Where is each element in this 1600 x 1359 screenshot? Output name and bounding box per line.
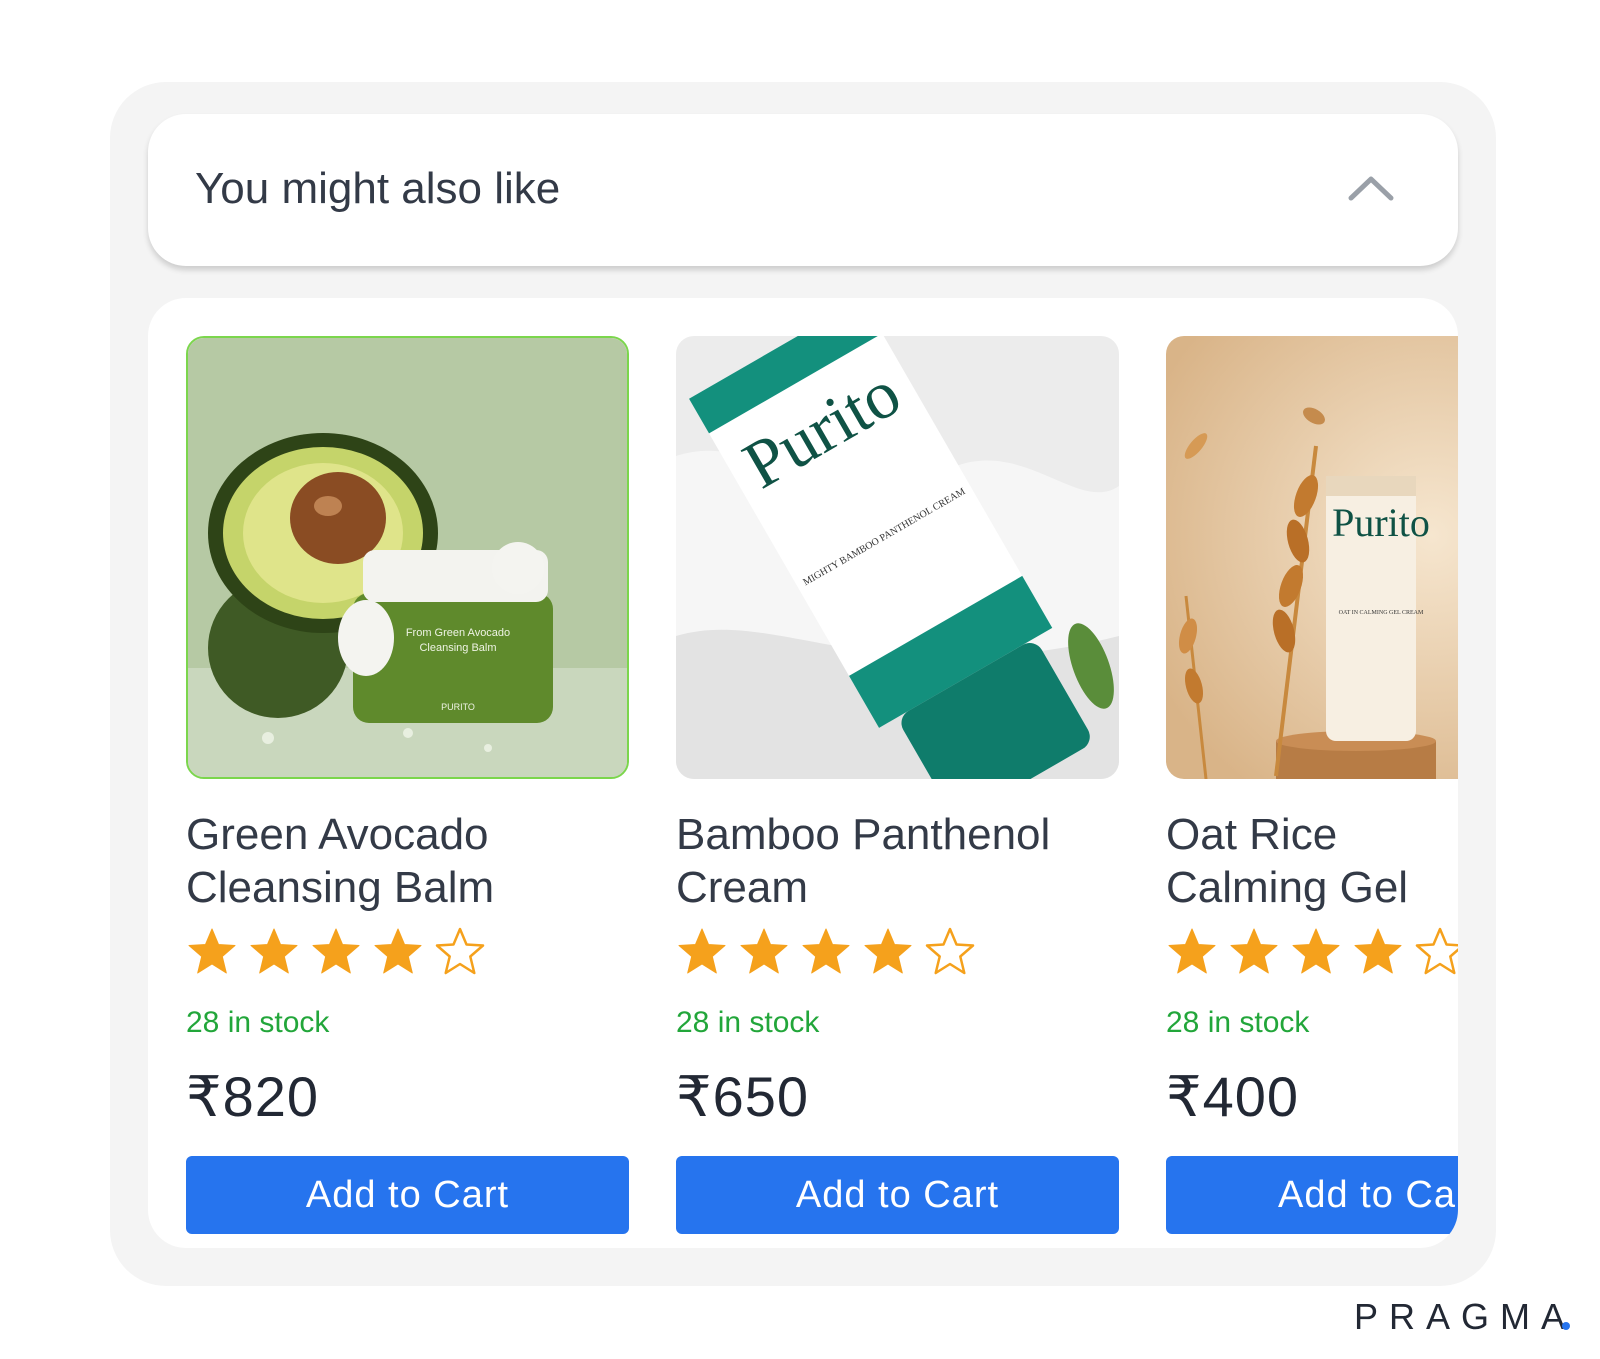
star-filled-icon bbox=[1168, 928, 1216, 974]
image-brand: Purito bbox=[1332, 500, 1430, 545]
add-to-cart-button[interactable]: Add to Cart bbox=[1166, 1156, 1458, 1234]
product-name[interactable]: Green Avocado Cleansing Balm bbox=[186, 808, 646, 914]
star-filled-icon bbox=[188, 928, 236, 974]
star-rating bbox=[186, 926, 486, 982]
brand-logo-dot bbox=[1562, 1322, 1570, 1330]
product-card[interactable]: Purito MIGHTY BAMBOO PANTHENOL CREAM Bam… bbox=[676, 336, 1119, 1234]
product-name-line1: Oat Rice bbox=[1166, 810, 1338, 859]
chevron-up-icon[interactable] bbox=[1346, 172, 1396, 202]
recommendations-panel: You might also like From Green Avocado C… bbox=[110, 82, 1496, 1286]
star-filled-icon bbox=[312, 928, 360, 974]
brand-logo: PRAGMA bbox=[1354, 1296, 1577, 1337]
product-name-line1: Bamboo Panthenol bbox=[676, 810, 1051, 859]
star-filled-icon bbox=[374, 928, 422, 974]
star-rating bbox=[1166, 926, 1458, 982]
star-outline-icon bbox=[925, 927, 975, 975]
image-label-2: Cleansing Balm bbox=[419, 642, 496, 654]
star-filled-icon bbox=[864, 928, 912, 974]
star-filled-icon bbox=[1292, 928, 1340, 974]
add-to-cart-button[interactable]: Add to Cart bbox=[676, 1156, 1119, 1234]
product-card[interactable]: Purito OAT IN CALMING GEL CREAM Oat Rice bbox=[1166, 336, 1458, 1234]
image-label: OAT IN CALMING GEL CREAM bbox=[1339, 610, 1424, 616]
star-filled-icon bbox=[740, 928, 788, 974]
stock-status: 28 in stock bbox=[1166, 1006, 1310, 1039]
star-outline-icon bbox=[435, 927, 485, 975]
image-label: From Green Avocado bbox=[406, 627, 510, 639]
product-name-line1: Green Avocado bbox=[186, 810, 489, 859]
product-image[interactable]: From Green Avocado Cleansing Balm PURITO bbox=[186, 336, 629, 779]
stock-status: 28 in stock bbox=[186, 1006, 330, 1039]
image-brand: PURITO bbox=[441, 702, 475, 712]
section-title: You might also like bbox=[195, 164, 561, 213]
star-filled-icon bbox=[802, 928, 850, 974]
product-carousel[interactable]: From Green Avocado Cleansing Balm PURITO… bbox=[148, 298, 1458, 1248]
product-image[interactable]: Purito MIGHTY BAMBOO PANTHENOL CREAM bbox=[676, 336, 1119, 779]
star-outline-icon bbox=[1415, 927, 1458, 975]
product-name-line2: Cream bbox=[676, 863, 809, 912]
star-filled-icon bbox=[1354, 928, 1402, 974]
product-name[interactable]: Oat Rice Calming Gel bbox=[1166, 808, 1458, 914]
star-filled-icon bbox=[1230, 928, 1278, 974]
star-filled-icon bbox=[250, 928, 298, 974]
stock-status: 28 in stock bbox=[676, 1006, 820, 1039]
add-to-cart-button[interactable]: Add to Cart bbox=[186, 1156, 629, 1234]
product-name-line2: Cleansing Balm bbox=[186, 863, 495, 912]
star-rating bbox=[676, 926, 976, 982]
product-price: ₹820 bbox=[186, 1065, 320, 1128]
product-price: ₹400 bbox=[1166, 1065, 1300, 1128]
section-header[interactable]: You might also like bbox=[148, 114, 1458, 266]
product-name[interactable]: Bamboo Panthenol Cream bbox=[676, 808, 1136, 914]
product-name-line2: Calming Gel bbox=[1166, 863, 1409, 912]
star-filled-icon bbox=[678, 928, 726, 974]
product-card[interactable]: From Green Avocado Cleansing Balm PURITO… bbox=[186, 336, 629, 1234]
product-image[interactable]: Purito OAT IN CALMING GEL CREAM bbox=[1166, 336, 1458, 779]
product-price: ₹650 bbox=[676, 1065, 810, 1128]
